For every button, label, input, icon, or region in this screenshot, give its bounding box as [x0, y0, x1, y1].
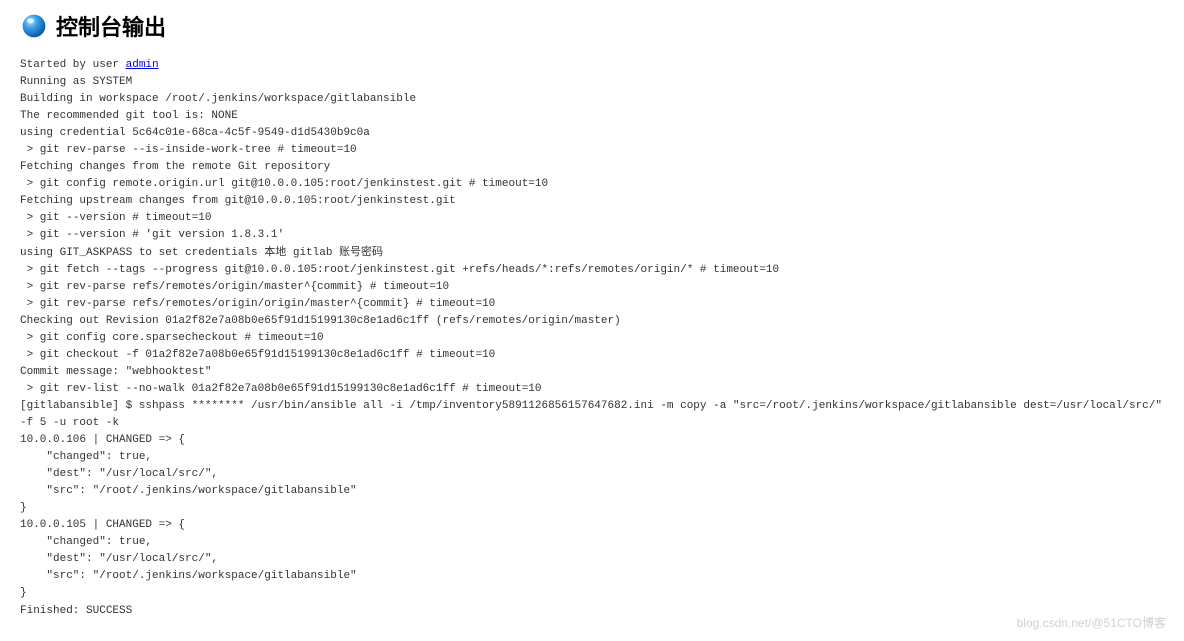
console-line: Started by user admin	[20, 57, 1164, 74]
console-line: Checking out Revision 01a2f82e7a08b0e65f…	[20, 313, 1164, 330]
page-title: 控制台输出	[56, 10, 166, 42]
console-line: 10.0.0.105 | CHANGED => {	[20, 517, 1164, 534]
console-line: > git config remote.origin.url git@10.0.…	[20, 176, 1164, 193]
console-line: Running as SYSTEM	[20, 74, 1164, 91]
console-line: "dest": "/usr/local/src/",	[20, 551, 1164, 568]
console-line: using GIT_ASKPASS to set credentials 本地 …	[20, 245, 1164, 262]
console-output: Started by user adminRunning as SYSTEMBu…	[20, 57, 1164, 620]
console-line: > git --version # 'git version 1.8.3.1'	[20, 227, 1164, 244]
console-line: }	[20, 585, 1164, 602]
console-line: "src": "/root/.jenkins/workspace/gitlaba…	[20, 483, 1164, 500]
console-line: Building in workspace /root/.jenkins/wor…	[20, 91, 1164, 108]
console-line: using credential 5c64c01e-68ca-4c5f-9549…	[20, 125, 1164, 142]
page-header: 控制台输出	[20, 10, 1164, 42]
console-line: "changed": true,	[20, 534, 1164, 551]
console-line: Commit message: "webhooktest"	[20, 364, 1164, 381]
console-line: > git --version # timeout=10	[20, 210, 1164, 227]
console-line: > git rev-list --no-walk 01a2f82e7a08b0e…	[20, 381, 1164, 398]
console-line: > git config core.sparsecheckout # timeo…	[20, 330, 1164, 347]
console-line: > git rev-parse refs/remotes/origin/orig…	[20, 296, 1164, 313]
console-line: Finished: SUCCESS	[20, 603, 1164, 620]
console-line: Fetching upstream changes from git@10.0.…	[20, 193, 1164, 210]
console-line: [gitlabansible] $ sshpass ******** /usr/…	[20, 398, 1164, 432]
console-line: Fetching changes from the remote Git rep…	[20, 159, 1164, 176]
console-line: > git checkout -f 01a2f82e7a08b0e65f91d1…	[20, 347, 1164, 364]
console-line: "changed": true,	[20, 449, 1164, 466]
console-line: > git rev-parse refs/remotes/origin/mast…	[20, 279, 1164, 296]
console-line: }	[20, 500, 1164, 517]
console-line: The recommended git tool is: NONE	[20, 108, 1164, 125]
console-line: "src": "/root/.jenkins/workspace/gitlaba…	[20, 568, 1164, 585]
console-line: > git fetch --tags --progress git@10.0.0…	[20, 262, 1164, 279]
console-line: 10.0.0.106 | CHANGED => {	[20, 432, 1164, 449]
blue-ball-icon	[20, 12, 48, 40]
console-line: > git rev-parse --is-inside-work-tree # …	[20, 142, 1164, 159]
user-link[interactable]: admin	[126, 59, 159, 71]
console-line: "dest": "/usr/local/src/",	[20, 466, 1164, 483]
